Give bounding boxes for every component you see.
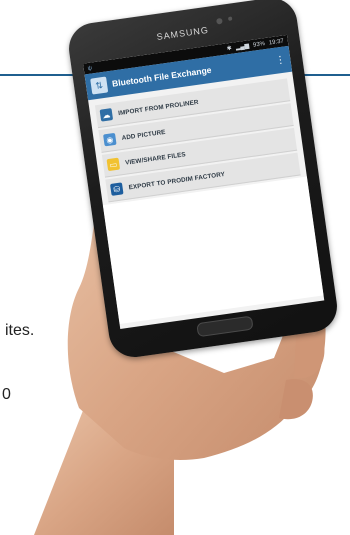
phone-screen: ψ ✱ ▂▄▆ 93% 19:37 ⇅ Bluetooth File Excha… [82, 34, 325, 329]
upload-cloud-icon: ☁ [99, 108, 114, 122]
camera-icon: ◉ [103, 132, 117, 147]
battery-level: 93% [252, 40, 266, 49]
status-time: 19:37 [268, 37, 285, 46]
menu-item-label: EXPORT TO PRODIM FACTORY [128, 170, 226, 191]
signal-icon: ▂▄▆ [235, 43, 250, 52]
menu-item-label: VIEW/SHARE FILES [124, 150, 187, 167]
bluetooth-icon: ✱ [226, 45, 233, 53]
menu-item-label: ADD PICTURE [121, 128, 166, 142]
background-partial-text-2: 0 [2, 386, 11, 403]
photo-stage: ites. 0 SAMSUNG ψ ✱ ▂▄▆ 93% 19:37 ⇅ Blue… [0, 0, 350, 535]
app-logo-icon: ⇅ [90, 76, 109, 95]
smartphone: SAMSUNG ψ ✱ ▂▄▆ 93% 19:37 ⇅ Bluetooth Fi… [65, 0, 341, 361]
menu-item-label: IMPORT FROM PROLINER [117, 98, 199, 117]
screen-empty-area [102, 176, 324, 325]
database-icon: ⛁ [110, 182, 124, 196]
folder-icon: ▭ [106, 157, 121, 172]
usb-notification-icon: ψ [87, 64, 93, 72]
overflow-menu-icon[interactable]: ⋮ [275, 54, 286, 66]
